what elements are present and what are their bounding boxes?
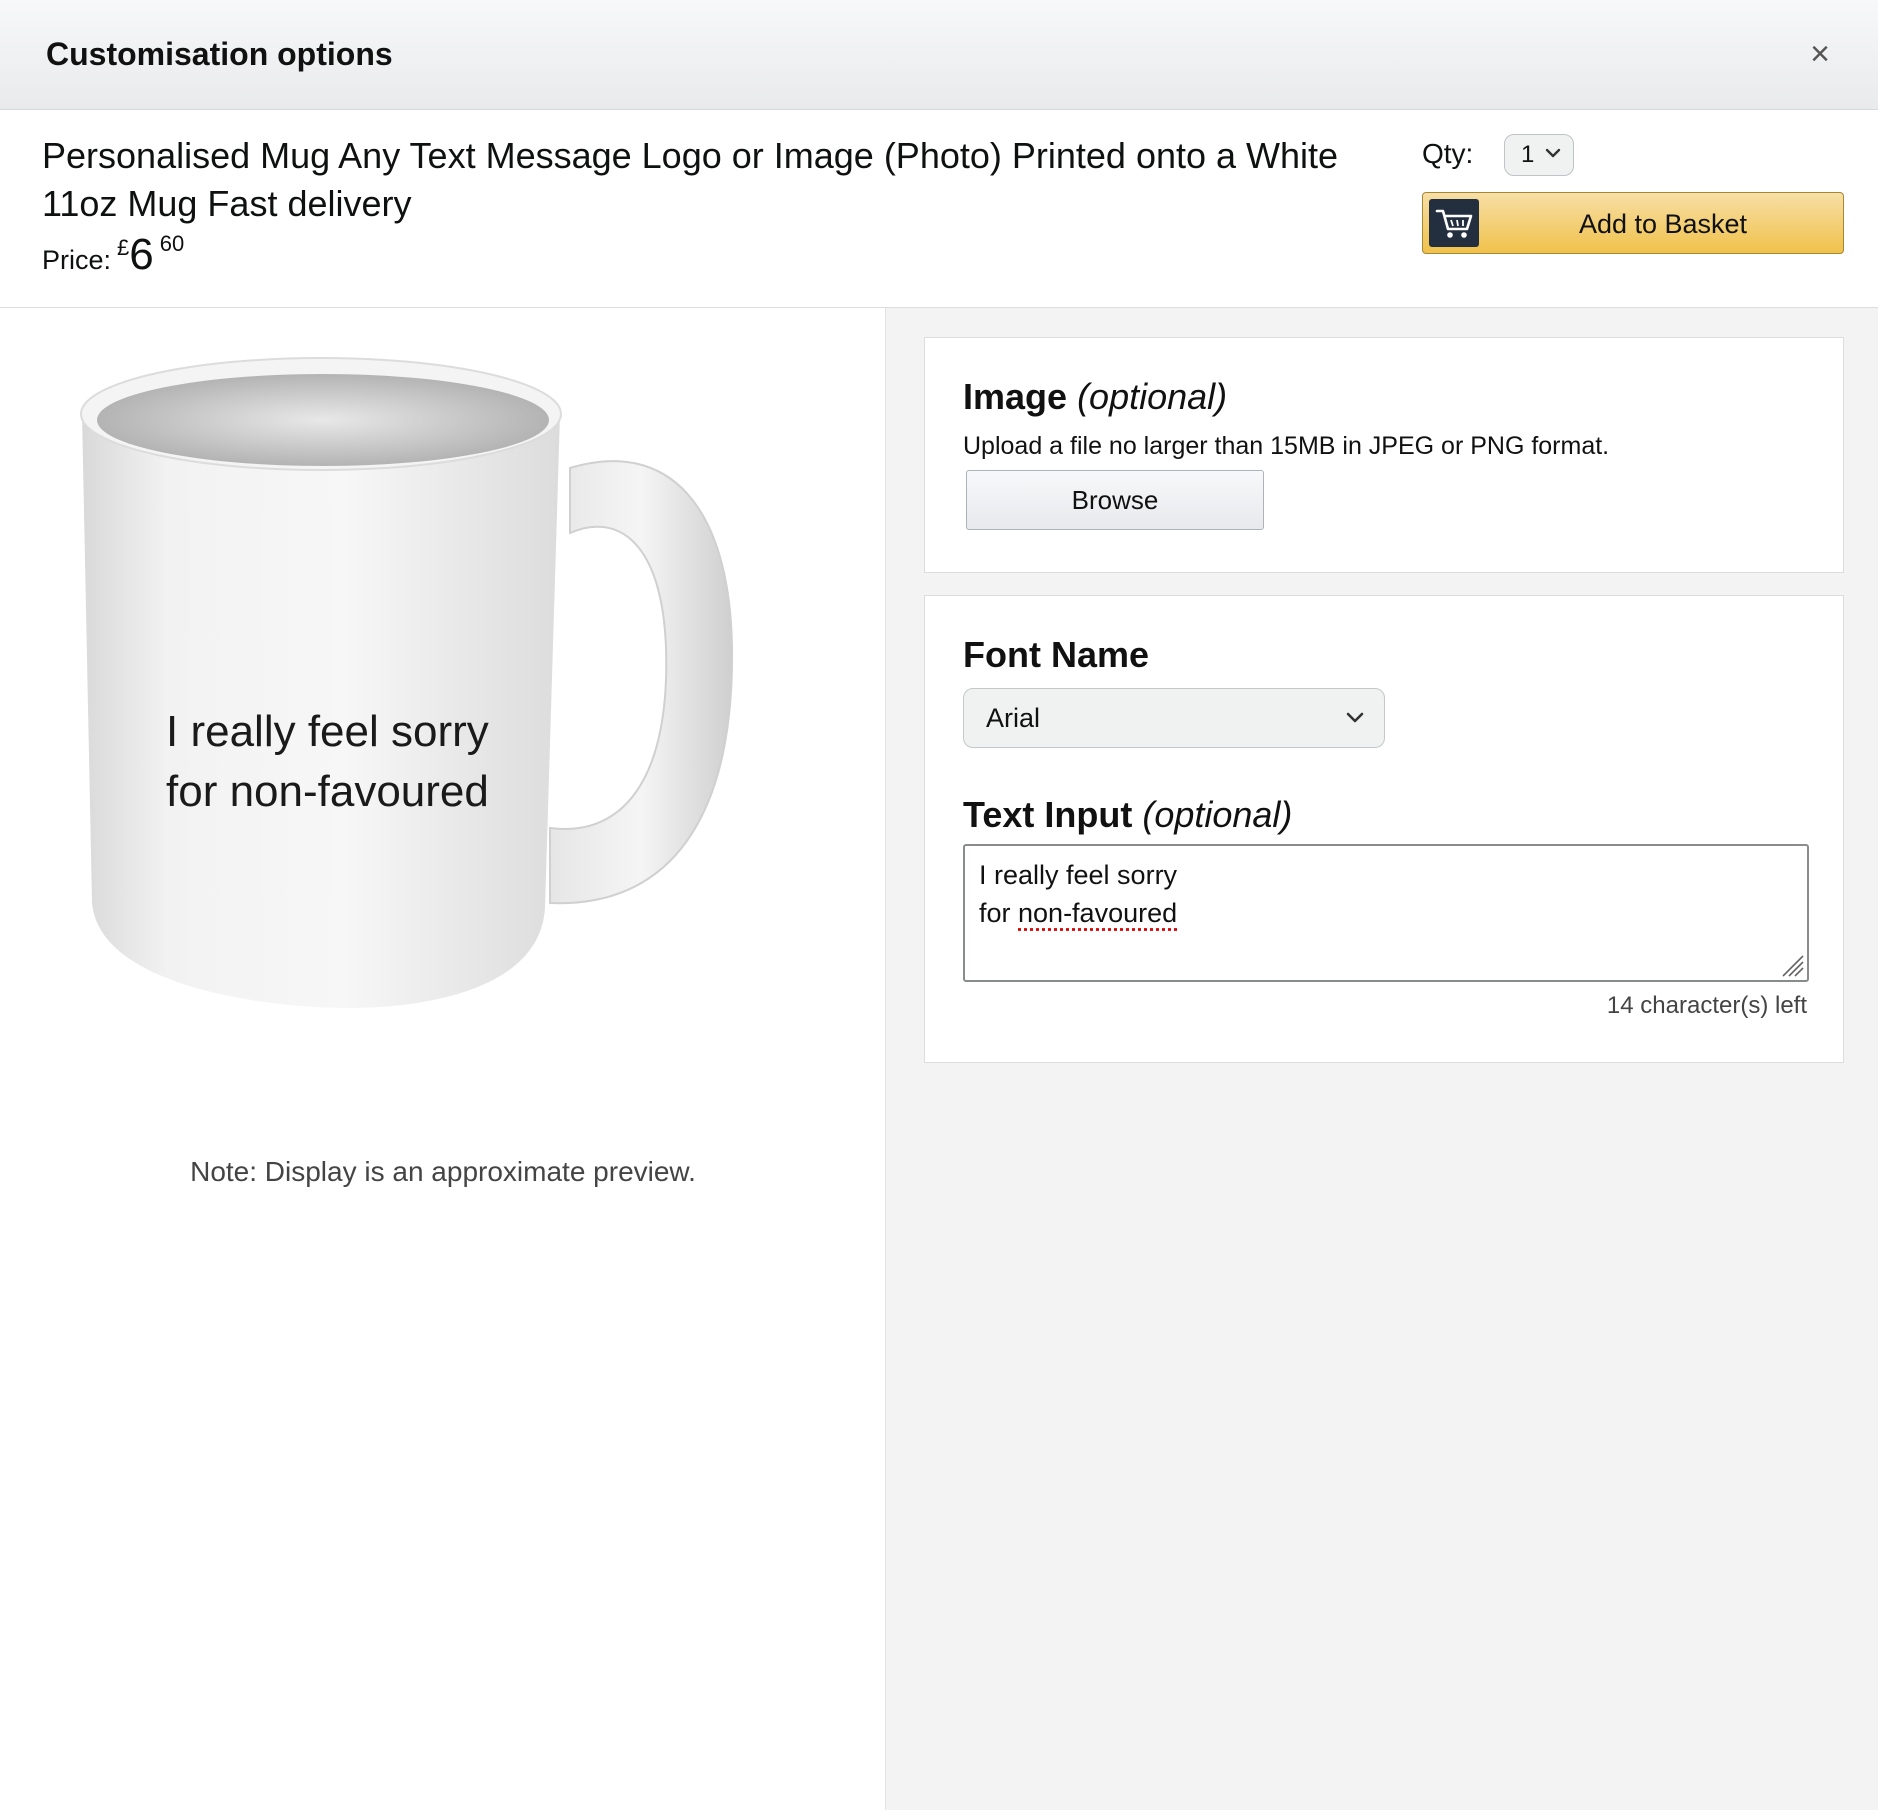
upload-hint: Upload a file no larger than 15MB in JPE… xyxy=(963,432,1610,460)
modal-header: Customisation options × xyxy=(0,0,1878,110)
close-icon[interactable]: × xyxy=(1802,36,1838,72)
text-input-field[interactable]: I really feel sorry for non-favoured xyxy=(963,844,1809,982)
qty-value: 1 xyxy=(1521,141,1535,168)
chevron-down-icon xyxy=(1346,712,1364,723)
price: Price: £6 60 xyxy=(42,230,184,280)
preview-panel: I really feel sorry for non-favoured Not… xyxy=(0,308,886,1810)
mug-preview-text: I really feel sorry for non-favoured xyxy=(166,707,489,816)
text-option-card: Font Name Arial Text Input (optional) I … xyxy=(924,595,1844,1063)
text-input-line-2: for non-favoured xyxy=(979,894,1793,932)
text-input-line-1: I really feel sorry xyxy=(979,860,1178,890)
qty-select[interactable]: 1 xyxy=(1504,134,1574,176)
image-option-card: Image (optional) Upload a file no larger… xyxy=(924,337,1844,573)
price-fraction: 60 xyxy=(159,231,185,256)
mug-preview-image: I really feel sorry for non-favoured xyxy=(70,348,830,1108)
font-select[interactable]: Arial xyxy=(963,688,1385,748)
text-input-title-text: Text Input xyxy=(963,794,1133,835)
price-whole: 6 xyxy=(129,230,154,279)
price-label: Price: xyxy=(42,245,112,275)
browse-button[interactable]: Browse xyxy=(966,470,1264,530)
spellcheck-flagged-word: non-favoured xyxy=(1018,898,1178,928)
cart-icon xyxy=(1429,199,1479,247)
modal-title: Customisation options xyxy=(46,36,393,72)
preview-note: Note: Display is an approximate preview. xyxy=(190,1156,696,1187)
resize-grip-icon[interactable] xyxy=(1779,952,1805,978)
options-panel: Image (optional) Upload a file no larger… xyxy=(886,308,1878,1810)
text-input-line-2-prefix: for xyxy=(979,898,1019,928)
product-summary: Personalised Mug Any Text Message Logo o… xyxy=(0,110,1878,308)
text-input-title: Text Input (optional) xyxy=(963,794,1292,836)
image-optional-label: (optional) xyxy=(1077,376,1228,417)
qty-label: Qty: xyxy=(1422,138,1474,169)
text-input-optional-label: (optional) xyxy=(1142,794,1293,835)
characters-left-counter: 14 character(s) left xyxy=(1606,992,1807,1019)
chevron-down-icon xyxy=(1545,148,1561,158)
font-selected-value: Arial xyxy=(986,703,1041,733)
image-title-text: Image xyxy=(963,376,1068,417)
price-currency: £ xyxy=(117,235,130,260)
add-to-basket-button[interactable]: Add to Basket xyxy=(1422,192,1844,254)
font-name-title: Font Name xyxy=(963,634,1150,675)
add-to-basket-label: Add to Basket xyxy=(1578,209,1748,239)
image-option-title: Image (optional) xyxy=(963,376,1227,418)
product-title: Personalised Mug Any Text Message Logo o… xyxy=(42,135,1339,224)
